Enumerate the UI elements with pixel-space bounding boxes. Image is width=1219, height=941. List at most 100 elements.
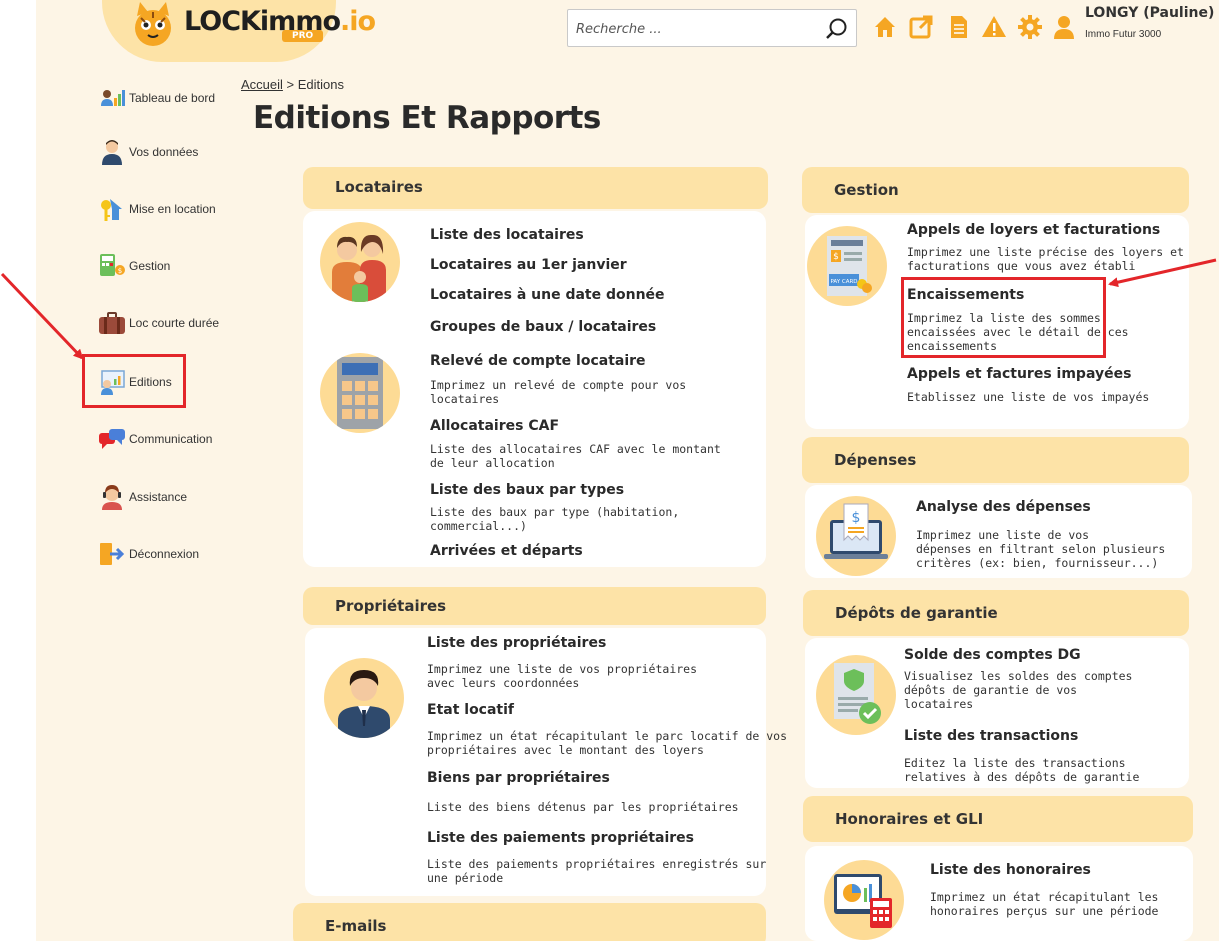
section-header-depots: Dépôts de garantie: [803, 590, 1189, 636]
description: Editez la liste des transactions relative…: [904, 756, 1140, 784]
svg-text:$: $: [852, 510, 861, 526]
svg-text:$: $: [833, 252, 839, 262]
search-box: [567, 9, 857, 47]
sidebar-item-logout[interactable]: Déconnexion: [98, 539, 199, 569]
sidebar-item-label: Vos données: [129, 145, 199, 159]
highlight-box-encaissements: [901, 277, 1106, 358]
gear-icon[interactable]: [1017, 14, 1043, 40]
fees-illustration: [824, 860, 904, 940]
alert-triangle-icon[interactable]: [981, 14, 1007, 40]
search-icon[interactable]: [824, 16, 850, 42]
document-icon[interactable]: [945, 14, 971, 40]
description: Imprimez une liste de vos dépenses en fil…: [916, 528, 1166, 570]
section-title: Locataires: [335, 178, 423, 196]
sidebar-item-label: Loc courte durée: [129, 316, 220, 330]
link-arrivees-departs[interactable]: Arrivées et départs: [430, 543, 583, 559]
section-title: Honoraires et GLI: [835, 810, 984, 828]
link-solde-comptes-dg[interactable]: Solde des comptes DG: [904, 647, 1081, 663]
section-title: Dépôts de garantie: [835, 604, 998, 622]
section-title: Gestion: [834, 181, 899, 199]
sidebar-item-label: Tableau de bord: [129, 91, 216, 105]
svg-text:$: $: [118, 267, 122, 275]
chat-bubbles-icon: [99, 429, 125, 449]
link-releve-compte[interactable]: Relevé de compte locataire: [430, 353, 646, 369]
description: Imprimez une liste précise des loyers et…: [907, 245, 1184, 273]
link-etat-locatif[interactable]: Etat locatif: [427, 702, 514, 718]
link-locataires-1er-janvier[interactable]: Locataires au 1er janvier: [430, 257, 627, 273]
description: Imprimez un relevé de compte pour vos loc…: [430, 378, 687, 406]
link-liste-locataires[interactable]: Liste des locataires: [430, 227, 584, 243]
sidebar-item-communication[interactable]: Communication: [98, 424, 212, 454]
link-analyse-depenses[interactable]: Analyse des dépenses: [916, 499, 1091, 515]
description: Liste des baux par type (habitation, comm…: [430, 505, 680, 533]
sidebar-item-your-data[interactable]: Vos données: [98, 137, 198, 167]
description: Liste des allocataires CAF avec le monta…: [430, 442, 721, 470]
breadcrumb-current: Editions: [297, 77, 345, 92]
calculator-coins-icon: $: [100, 254, 125, 276]
breadcrumb-separator: >: [286, 77, 295, 92]
sidebar-item-management[interactable]: $ Gestion: [98, 251, 170, 281]
dashboard-icon: [101, 90, 125, 106]
sidebar-item-short-term[interactable]: Loc courte durée: [98, 308, 219, 338]
logo-text: LOCKimmo.io: [184, 6, 376, 37]
section-title: Dépenses: [834, 451, 917, 469]
description: Visualisez les soldes des comptes dépôts …: [904, 669, 1133, 711]
sidebar-item-assistance[interactable]: Assistance: [98, 482, 187, 512]
user-company: Immo Futur 3000: [1085, 29, 1162, 40]
deposit-illustration: [816, 655, 896, 735]
section-header-gestion: Gestion: [802, 167, 1189, 213]
invoice-illustration: $ PAY CARD: [807, 226, 887, 306]
description: Liste des paiements propriétaires enregi…: [427, 857, 767, 885]
support-agent-icon: [102, 485, 122, 510]
section-header-proprietaires: Propriétaires: [303, 587, 766, 625]
family-illustration: [320, 222, 400, 302]
link-baux-par-types[interactable]: Liste des baux par types: [430, 482, 624, 498]
breadcrumb-home-link[interactable]: Accueil: [241, 77, 283, 92]
cat-mascot-icon: [135, 2, 171, 46]
highlight-box-editions: [82, 354, 186, 408]
logo[interactable]: LOCKimmo.io PRO: [102, 0, 376, 62]
calculator-illustration: [320, 353, 400, 433]
owner-illustration: [324, 658, 404, 738]
link-locataires-date-donnee[interactable]: Locataires à une date donnée: [430, 287, 665, 303]
page-title: Editions Et Rapports: [253, 100, 601, 136]
home-icon[interactable]: [872, 14, 898, 40]
svg-text:PAY CARD: PAY CARD: [830, 279, 857, 285]
section-title: E-mails: [325, 917, 387, 935]
link-biens-par-proprietaires[interactable]: Biens par propriétaires: [427, 770, 610, 786]
description: Liste des biens détenus par les propriét…: [427, 800, 739, 814]
user-icon[interactable]: [1051, 14, 1077, 40]
section-header-honoraires: Honoraires et GLI: [803, 796, 1193, 842]
search-input[interactable]: [576, 17, 816, 41]
expense-illustration: $: [816, 496, 896, 576]
logo-pro-badge: PRO: [282, 30, 324, 42]
link-paiements-proprietaires[interactable]: Liste des paiements propriétaires: [427, 830, 694, 846]
link-groupes-baux[interactable]: Groupes de baux / locataires: [430, 319, 656, 335]
description: Etablissez une liste de vos impayés: [907, 390, 1150, 404]
sidebar-item-label: Communication: [129, 432, 213, 446]
link-liste-transactions[interactable]: Liste des transactions: [904, 728, 1078, 744]
user-avatar-icon: [102, 140, 122, 165]
description: Imprimez un état récapitulant les honorai…: [930, 890, 1159, 918]
sidebar-item-dashboard[interactable]: Tableau de bord: [98, 83, 215, 113]
link-liste-proprietaires[interactable]: Liste des propriétaires: [427, 635, 606, 651]
link-allocataires-caf[interactable]: Allocataires CAF: [430, 418, 559, 434]
external-link-icon[interactable]: [908, 14, 934, 40]
user-name[interactable]: LONGY (Pauline): [1085, 5, 1214, 21]
link-appels-loyers[interactable]: Appels de loyers et facturations: [907, 222, 1160, 238]
description: Imprimez une liste de vos propriétaires a…: [427, 662, 698, 690]
logout-icon: [100, 543, 125, 565]
breadcrumb: Accueil > Editions: [241, 77, 344, 92]
section-title: Propriétaires: [335, 597, 447, 615]
sidebar-item-rental[interactable]: Mise en location: [98, 194, 216, 224]
sidebar-item-label: Déconnexion: [129, 547, 200, 561]
suitcase-icon: [99, 312, 125, 334]
section-header-locataires: Locataires: [303, 167, 768, 209]
sidebar-item-label: Gestion: [129, 259, 171, 273]
section-header-depenses: Dépenses: [802, 437, 1189, 483]
description: Imprimez un état récapitulant le parc lo…: [427, 729, 788, 757]
link-appels-impayes[interactable]: Appels et factures impayées: [907, 366, 1131, 382]
sidebar-item-label: Assistance: [129, 490, 188, 504]
link-liste-honoraires[interactable]: Liste des honoraires: [930, 862, 1091, 878]
section-header-emails: E-mails: [293, 903, 766, 941]
